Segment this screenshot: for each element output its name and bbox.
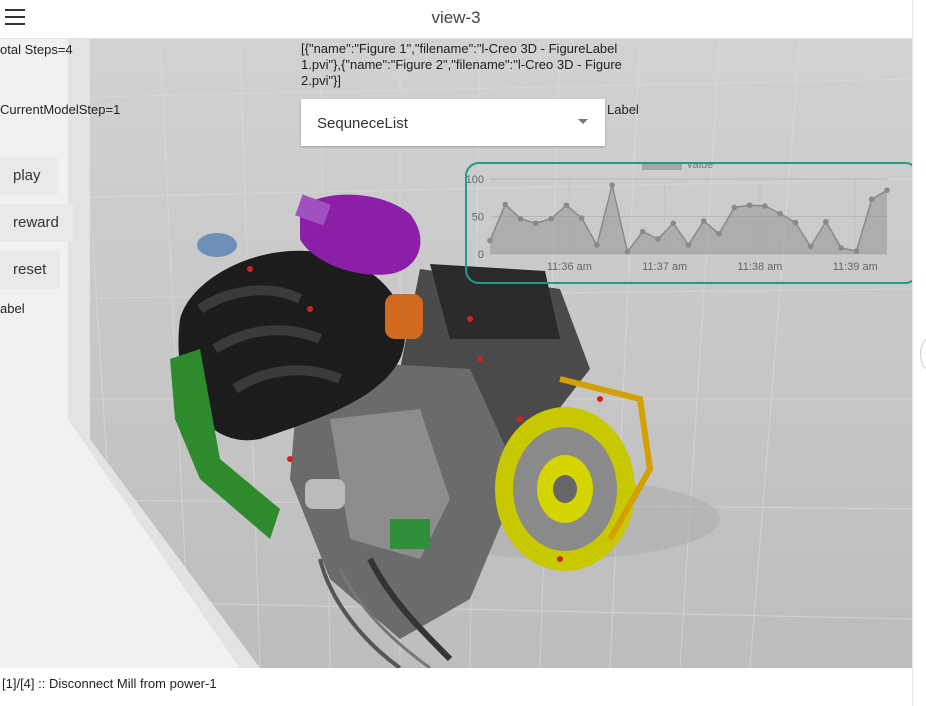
y-tick-label: 0	[478, 249, 484, 261]
reward-button[interactable]: reward	[0, 204, 74, 242]
data-point	[639, 228, 646, 235]
data-point	[762, 203, 768, 209]
sequence-list-value: SequneceList	[317, 115, 408, 132]
data-point	[838, 245, 844, 251]
reset-button[interactable]: reset	[0, 251, 60, 289]
data-point	[624, 248, 631, 255]
data-point	[563, 202, 570, 209]
data-point	[487, 237, 493, 244]
data-point	[578, 215, 585, 221]
view-title: view-3	[431, 8, 481, 27]
y-tick-label: 100	[467, 174, 484, 186]
3d-viewport[interactable]: otal Steps=4 CurrentModelStep=1 [{"name"…	[0, 39, 912, 668]
x-tick-label: 11:36 am	[547, 261, 592, 273]
data-point	[868, 196, 875, 203]
value-chart-svg: 0 50 100 11:36 am 11:37 am 11:38 am 11:39 am va…	[466, 159, 890, 273]
label-right: Label	[607, 102, 639, 117]
step-status-text: [1]/[4] :: Disconnect Mill from power-1	[2, 676, 217, 691]
y-tick-label: 50	[472, 212, 484, 224]
data-point	[609, 182, 615, 188]
data-point	[746, 202, 753, 209]
value-chart: 0 50 100 11:36 am 11:37 am 11:38 am 11:39 am va…	[465, 159, 912, 284]
data-point	[502, 201, 509, 208]
current-model-step-label: CurrentModelStep=1	[0, 102, 121, 117]
data-point	[655, 236, 661, 242]
data-point	[823, 218, 829, 225]
legend-swatch	[642, 160, 682, 170]
app-bar: view-3	[0, 0, 912, 39]
data-point	[792, 219, 799, 226]
data-point	[670, 220, 677, 227]
data-point	[716, 230, 722, 237]
data-point	[853, 248, 860, 254]
data-point	[594, 242, 600, 248]
data-point	[685, 242, 692, 248]
x-tick-label: 11:38 am	[737, 261, 782, 273]
data-point	[548, 215, 554, 222]
status-bar: [1]/[4] :: Disconnect Mill from power-1	[0, 668, 912, 706]
x-tick-label: 11:37 am	[642, 261, 687, 273]
data-point	[731, 204, 738, 211]
data-point	[517, 215, 524, 222]
data-point	[700, 218, 707, 224]
sequence-list-select[interactable]: SequneceList	[301, 99, 605, 146]
play-button[interactable]: play	[0, 157, 58, 195]
chevron-down-icon	[578, 119, 588, 124]
figures-json-text: [{"name":"Figure 1","filename":"l-Creo 3…	[301, 41, 622, 88]
data-point	[807, 243, 814, 250]
data-point	[533, 220, 539, 227]
x-tick-label: 11:39 am	[833, 261, 878, 273]
label-left: abel	[0, 301, 25, 316]
data-point	[777, 210, 783, 217]
data-point	[884, 187, 890, 194]
total-steps-label: otal Steps=4	[0, 42, 73, 57]
legend-label: value	[687, 164, 713, 171]
